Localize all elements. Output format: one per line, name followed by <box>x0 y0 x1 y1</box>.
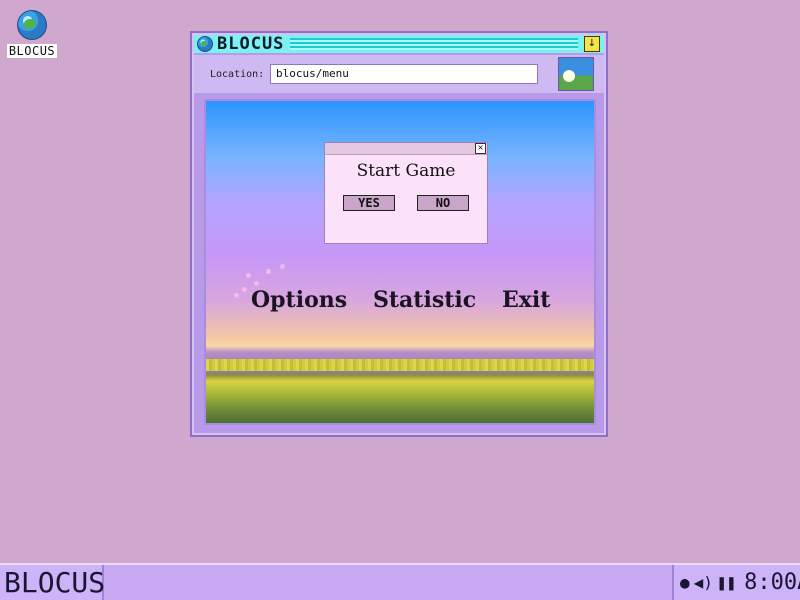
sparkle <box>234 293 239 298</box>
dialog-titlebar: × <box>325 143 487 155</box>
menu-statistic[interactable]: Statistic <box>373 287 476 313</box>
sparkle <box>242 287 247 292</box>
location-label: Location: <box>210 69 265 80</box>
desktop-icon-blocus[interactable]: BLOCUS <box>6 10 58 59</box>
sparkle <box>280 264 285 269</box>
system-tray: ● ◀) ❚❚ 8:00AM <box>672 565 800 600</box>
sparkle <box>246 273 251 278</box>
desktop-icon-label: BLOCUS <box>6 44 58 58</box>
start-button[interactable]: BLOCUS <box>0 565 105 600</box>
menu-options[interactable]: Options <box>251 287 347 313</box>
pause-icon[interactable]: ❚❚ <box>717 574 736 591</box>
menu-exit[interactable]: Exit <box>502 287 550 313</box>
start-game-dialog: × Start Game YES NO <box>324 142 488 244</box>
dialog-title: Start Game <box>356 161 456 181</box>
globe-icon <box>197 36 213 52</box>
location-input[interactable]: blocus/menu <box>270 64 538 84</box>
window-titlebar[interactable]: BLOCUS ↓ <box>194 34 604 54</box>
minimize-arrow-button[interactable]: ↓ <box>584 36 600 52</box>
browser-window: BLOCUS ↓ Location: blocus/menu × Start G… <box>190 31 608 437</box>
location-bar: Location: blocus/menu <box>194 55 604 93</box>
clock: 8:00AM <box>744 570 800 595</box>
taskbar: BLOCUS ● ◀) ❚❚ 8:00AM <box>0 563 800 600</box>
grass-strip <box>206 359 594 371</box>
game-viewport: × Start Game YES NO Options Statistic Ex… <box>204 99 596 425</box>
sparkle <box>266 269 271 274</box>
sparkle <box>254 281 259 286</box>
landscape-thumbnail-icon <box>558 57 594 91</box>
speaker-icon[interactable]: ◀) <box>694 574 713 591</box>
globe-icon <box>17 10 47 40</box>
window-title: BLOCUS <box>217 34 285 54</box>
balloon-icon[interactable]: ● <box>680 574 690 591</box>
yes-button[interactable]: YES <box>343 195 395 211</box>
no-button[interactable]: NO <box>417 195 469 211</box>
titlebar-stripes <box>290 38 578 50</box>
close-icon[interactable]: × <box>475 143 486 154</box>
